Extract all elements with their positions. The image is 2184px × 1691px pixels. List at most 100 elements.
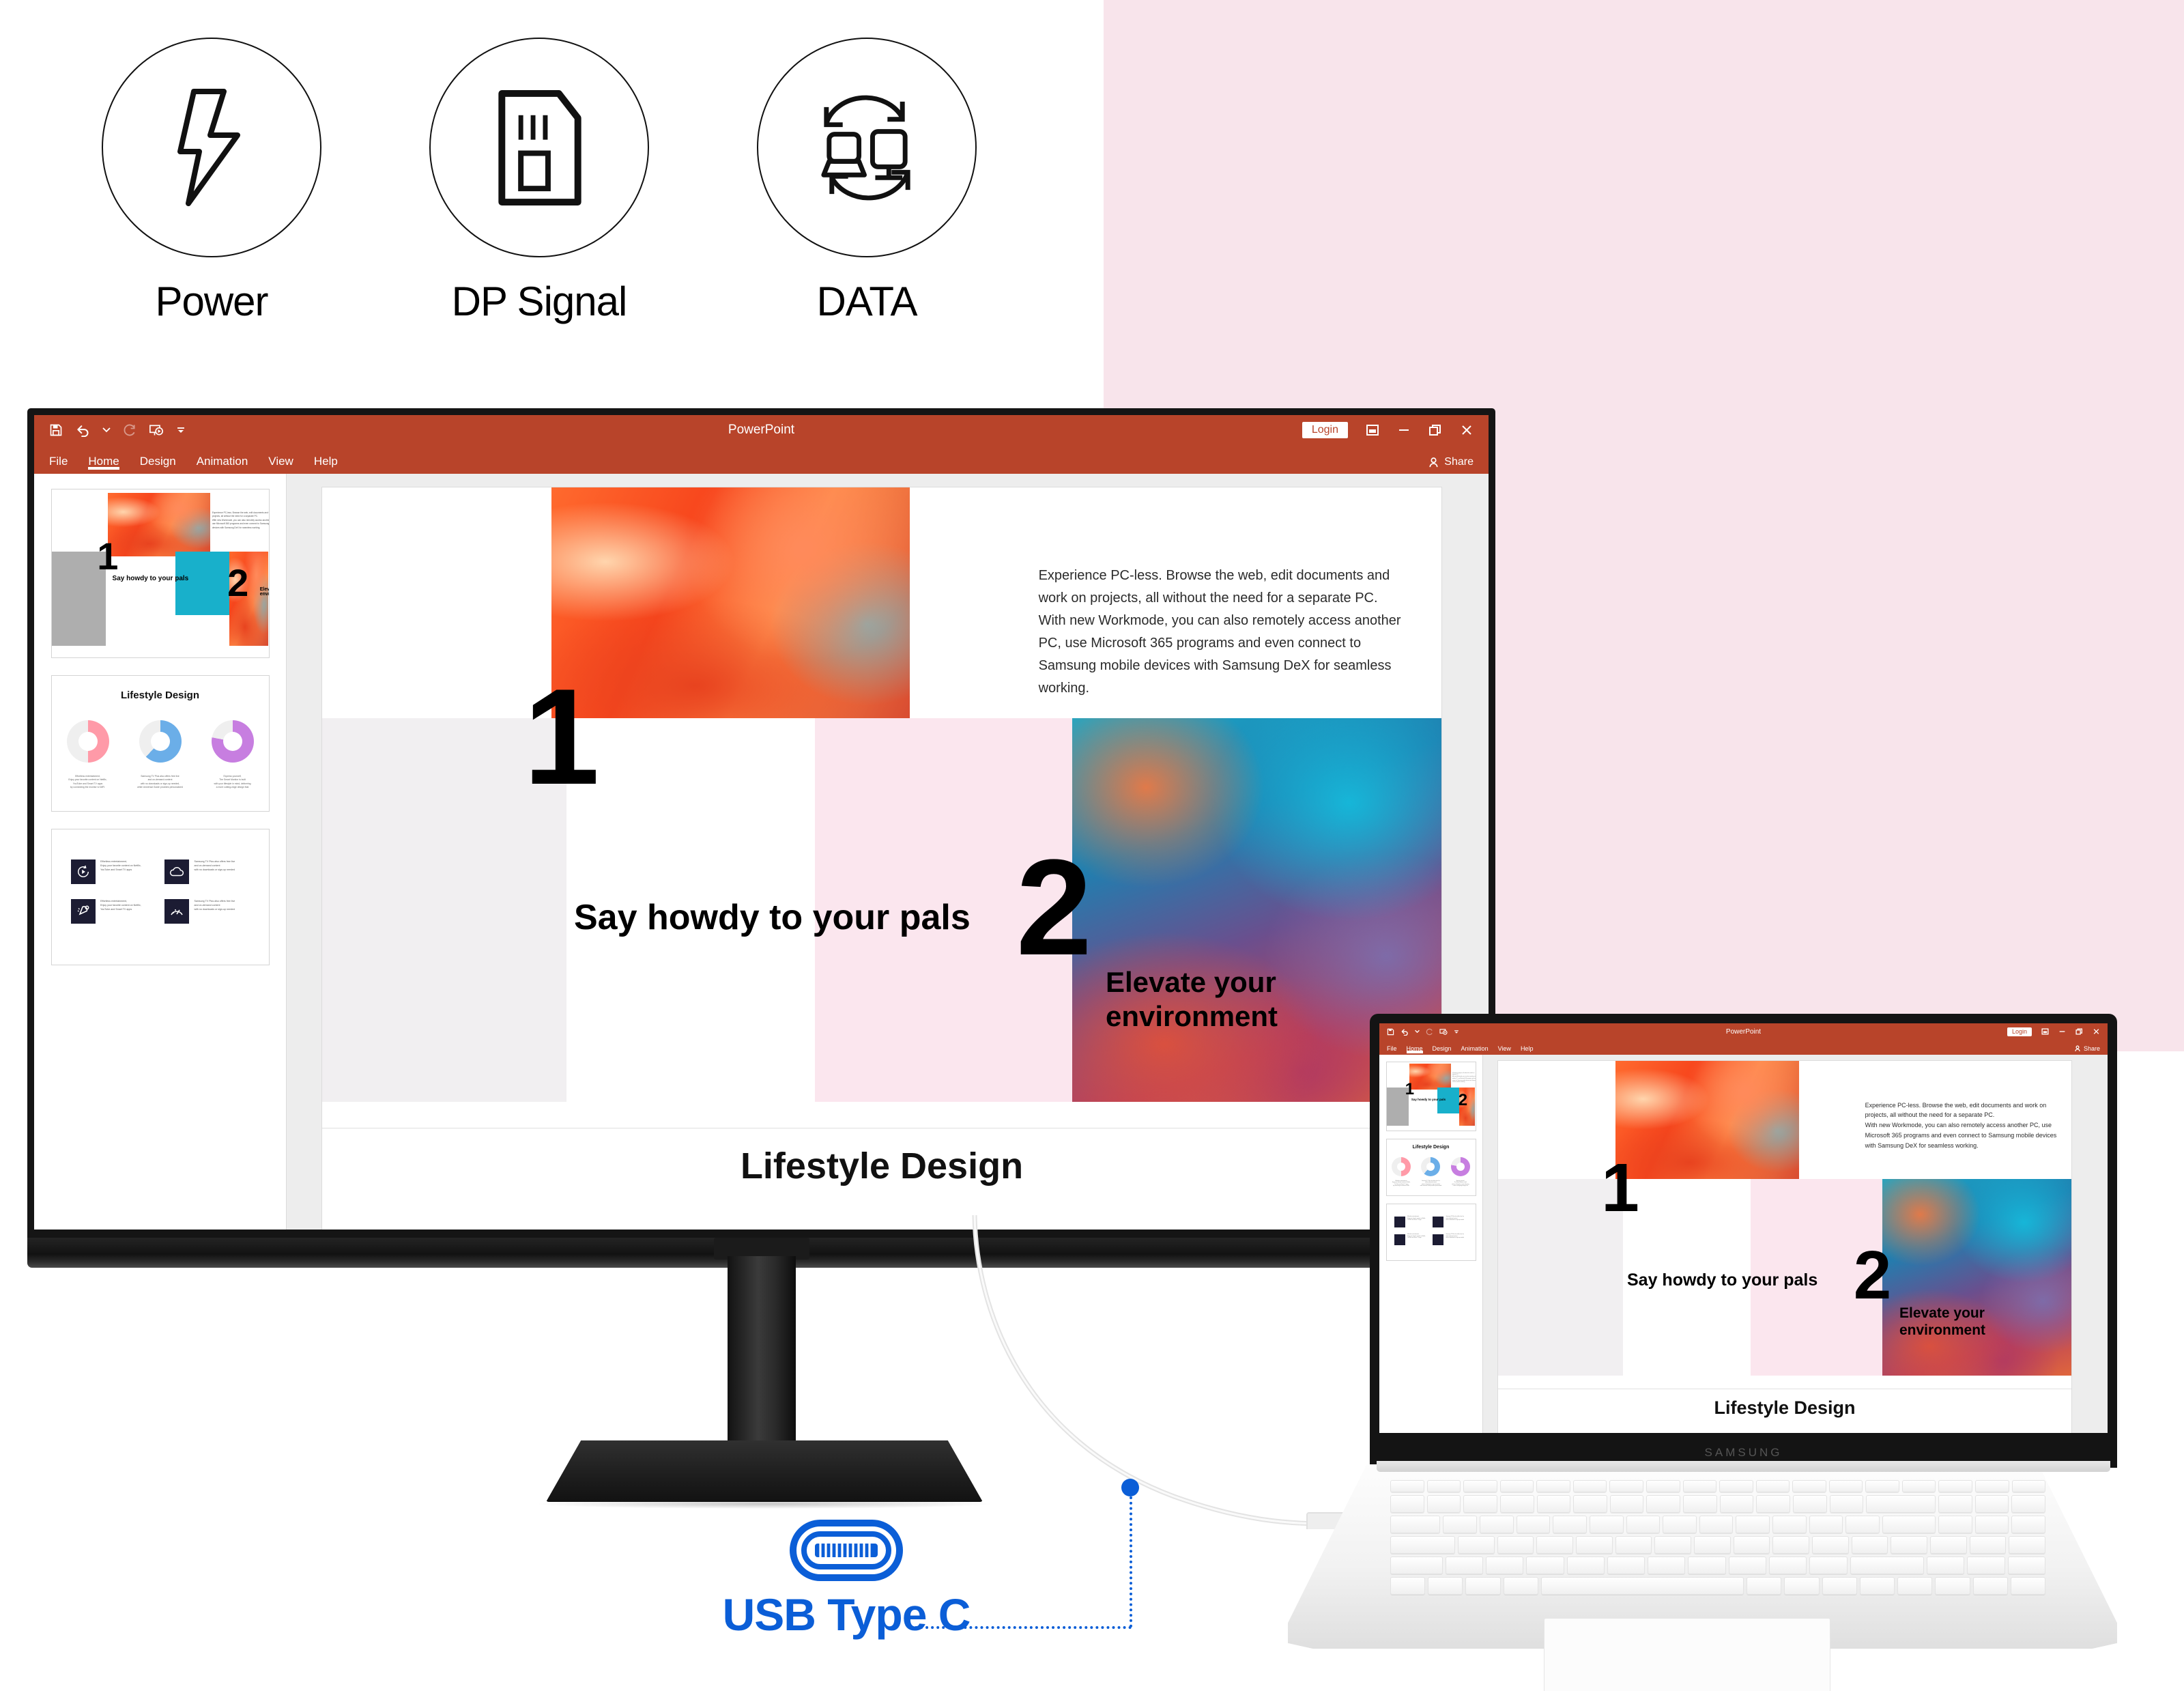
key[interactable] [1589,1516,1624,1533]
key[interactable] [1609,1480,1643,1492]
numlock-key[interactable] [2011,1495,2046,1513]
key[interactable] [1733,1536,1770,1554]
key[interactable] [1974,1495,2009,1513]
key[interactable] [1683,1495,1717,1513]
key[interactable] [1426,1495,1461,1513]
menu-item-file[interactable]: File [49,455,68,468]
key[interactable] [1688,1557,1726,1574]
menu-item-design[interactable]: Design [140,455,176,468]
key[interactable] [2011,1480,2046,1492]
key[interactable] [1756,1495,1790,1513]
ctrl-right-key[interactable] [1784,1577,1820,1595]
keyboard-row[interactable] [1390,1480,2046,1492]
key[interactable] [1615,1536,1652,1554]
key[interactable] [1426,1480,1461,1492]
key[interactable] [1694,1536,1731,1554]
share-button[interactable]: Share [1428,456,1474,468]
key[interactable] [1576,1536,1613,1554]
ctrl-left-key[interactable] [1390,1577,1426,1595]
key[interactable] [1526,1557,1564,1574]
key[interactable] [2011,1516,2046,1533]
key[interactable] [1828,1480,1863,1492]
key[interactable] [1445,1557,1483,1574]
laptop-keyboard[interactable] [1390,1480,2046,1596]
slide-thumbnail-panel[interactable]: Experience PC-less. Browse the web, edit… [1379,1055,1483,1433]
key[interactable] [1607,1557,1646,1574]
key[interactable] [1938,1495,1972,1513]
key[interactable] [1755,1480,1790,1492]
key[interactable] [1682,1480,1717,1492]
keyboard-row[interactable] [1390,1536,2046,1554]
key[interactable] [1648,1557,1686,1574]
fn-key[interactable] [1428,1577,1463,1595]
key[interactable] [2007,1557,2046,1574]
laptop-trackpad[interactable] [1544,1618,1830,1691]
slide-thumbnail-panel[interactable]: Experience PC-less. Browse the web, edit… [34,474,287,1230]
key[interactable] [1812,1536,1849,1554]
windows-key[interactable] [1465,1577,1501,1595]
key[interactable] [1536,1480,1570,1492]
key[interactable] [1938,1480,1972,1492]
key[interactable] [1480,1516,1514,1533]
shift-right-key[interactable] [1850,1557,1925,1574]
key[interactable] [1974,1516,2009,1533]
key[interactable] [1516,1516,1551,1533]
key[interactable] [1719,1495,1754,1513]
arrow-right-key[interactable] [1897,1577,1933,1595]
menu-item-home[interactable]: Home [1406,1045,1423,1053]
key[interactable] [1609,1495,1644,1513]
key[interactable] [1865,1480,1899,1492]
slide-thumbnail-3[interactable]: Effortless entertainment, Enjoy your fav… [1385,1204,1476,1261]
keyboard-row[interactable] [1390,1516,2046,1533]
key[interactable] [1935,1577,1970,1595]
key[interactable] [1654,1536,1692,1554]
menu-item-help[interactable]: Help [314,455,338,468]
menu-item-home[interactable]: Home [88,455,120,470]
key[interactable] [1499,1495,1534,1513]
arrow-left-key[interactable] [1822,1577,1857,1595]
slide-thumbnail-2[interactable]: Lifestyle Design Effortless entertainmen… [1385,1139,1476,1196]
menu-item-animation[interactable]: Animation [1461,1045,1489,1052]
key[interactable] [1938,1516,1972,1533]
key[interactable] [1573,1495,1607,1513]
arrow-updown-key[interactable] [1859,1577,1895,1595]
key[interactable] [1646,1480,1680,1492]
menu-item-view[interactable]: View [268,455,293,468]
key[interactable] [1772,1516,1807,1533]
menubar[interactable]: File Home Design Animation View Help Sha… [34,445,1489,474]
key[interactable] [1443,1516,1478,1533]
key[interactable] [1927,1557,1965,1574]
key[interactable] [1646,1495,1680,1513]
slide-thumbnail-2[interactable]: Lifestyle Design Effortless entertainmen… [51,675,270,812]
menu-item-file[interactable]: File [1387,1045,1397,1052]
spacebar-key[interactable] [1540,1577,1744,1595]
key[interactable] [1809,1557,1848,1574]
capslock-key[interactable] [1390,1536,1455,1554]
keyboard-row[interactable] [1390,1577,2045,1595]
key[interactable] [1497,1536,1534,1554]
backspace-key[interactable] [1866,1495,1936,1513]
key[interactable] [1485,1557,1524,1574]
slide-thumbnail-1[interactable]: Experience PC-less. Browse the web, edit… [1385,1062,1476,1131]
key[interactable] [1975,1480,2009,1492]
key[interactable] [1390,1480,1424,1492]
key[interactable] [2009,1536,2046,1554]
altgr-key[interactable] [1747,1577,1782,1595]
key[interactable] [1809,1516,1843,1533]
key[interactable] [1829,1495,1864,1513]
key[interactable] [1463,1495,1497,1513]
key[interactable] [1792,1495,1827,1513]
menu-item-design[interactable]: Design [1433,1045,1452,1052]
keyboard-row[interactable] [1390,1557,2046,1574]
key[interactable] [1969,1536,2007,1554]
menu-item-animation[interactable]: Animation [197,455,248,468]
key[interactable] [1566,1557,1605,1574]
key[interactable] [1463,1480,1497,1492]
key[interactable] [1728,1557,1766,1574]
key[interactable] [1663,1516,1697,1533]
key[interactable] [1851,1536,1888,1554]
key[interactable] [1972,1577,2008,1595]
key[interactable] [1891,1536,1928,1554]
menu-item-view[interactable]: View [1498,1045,1511,1052]
key[interactable] [1536,1495,1571,1513]
